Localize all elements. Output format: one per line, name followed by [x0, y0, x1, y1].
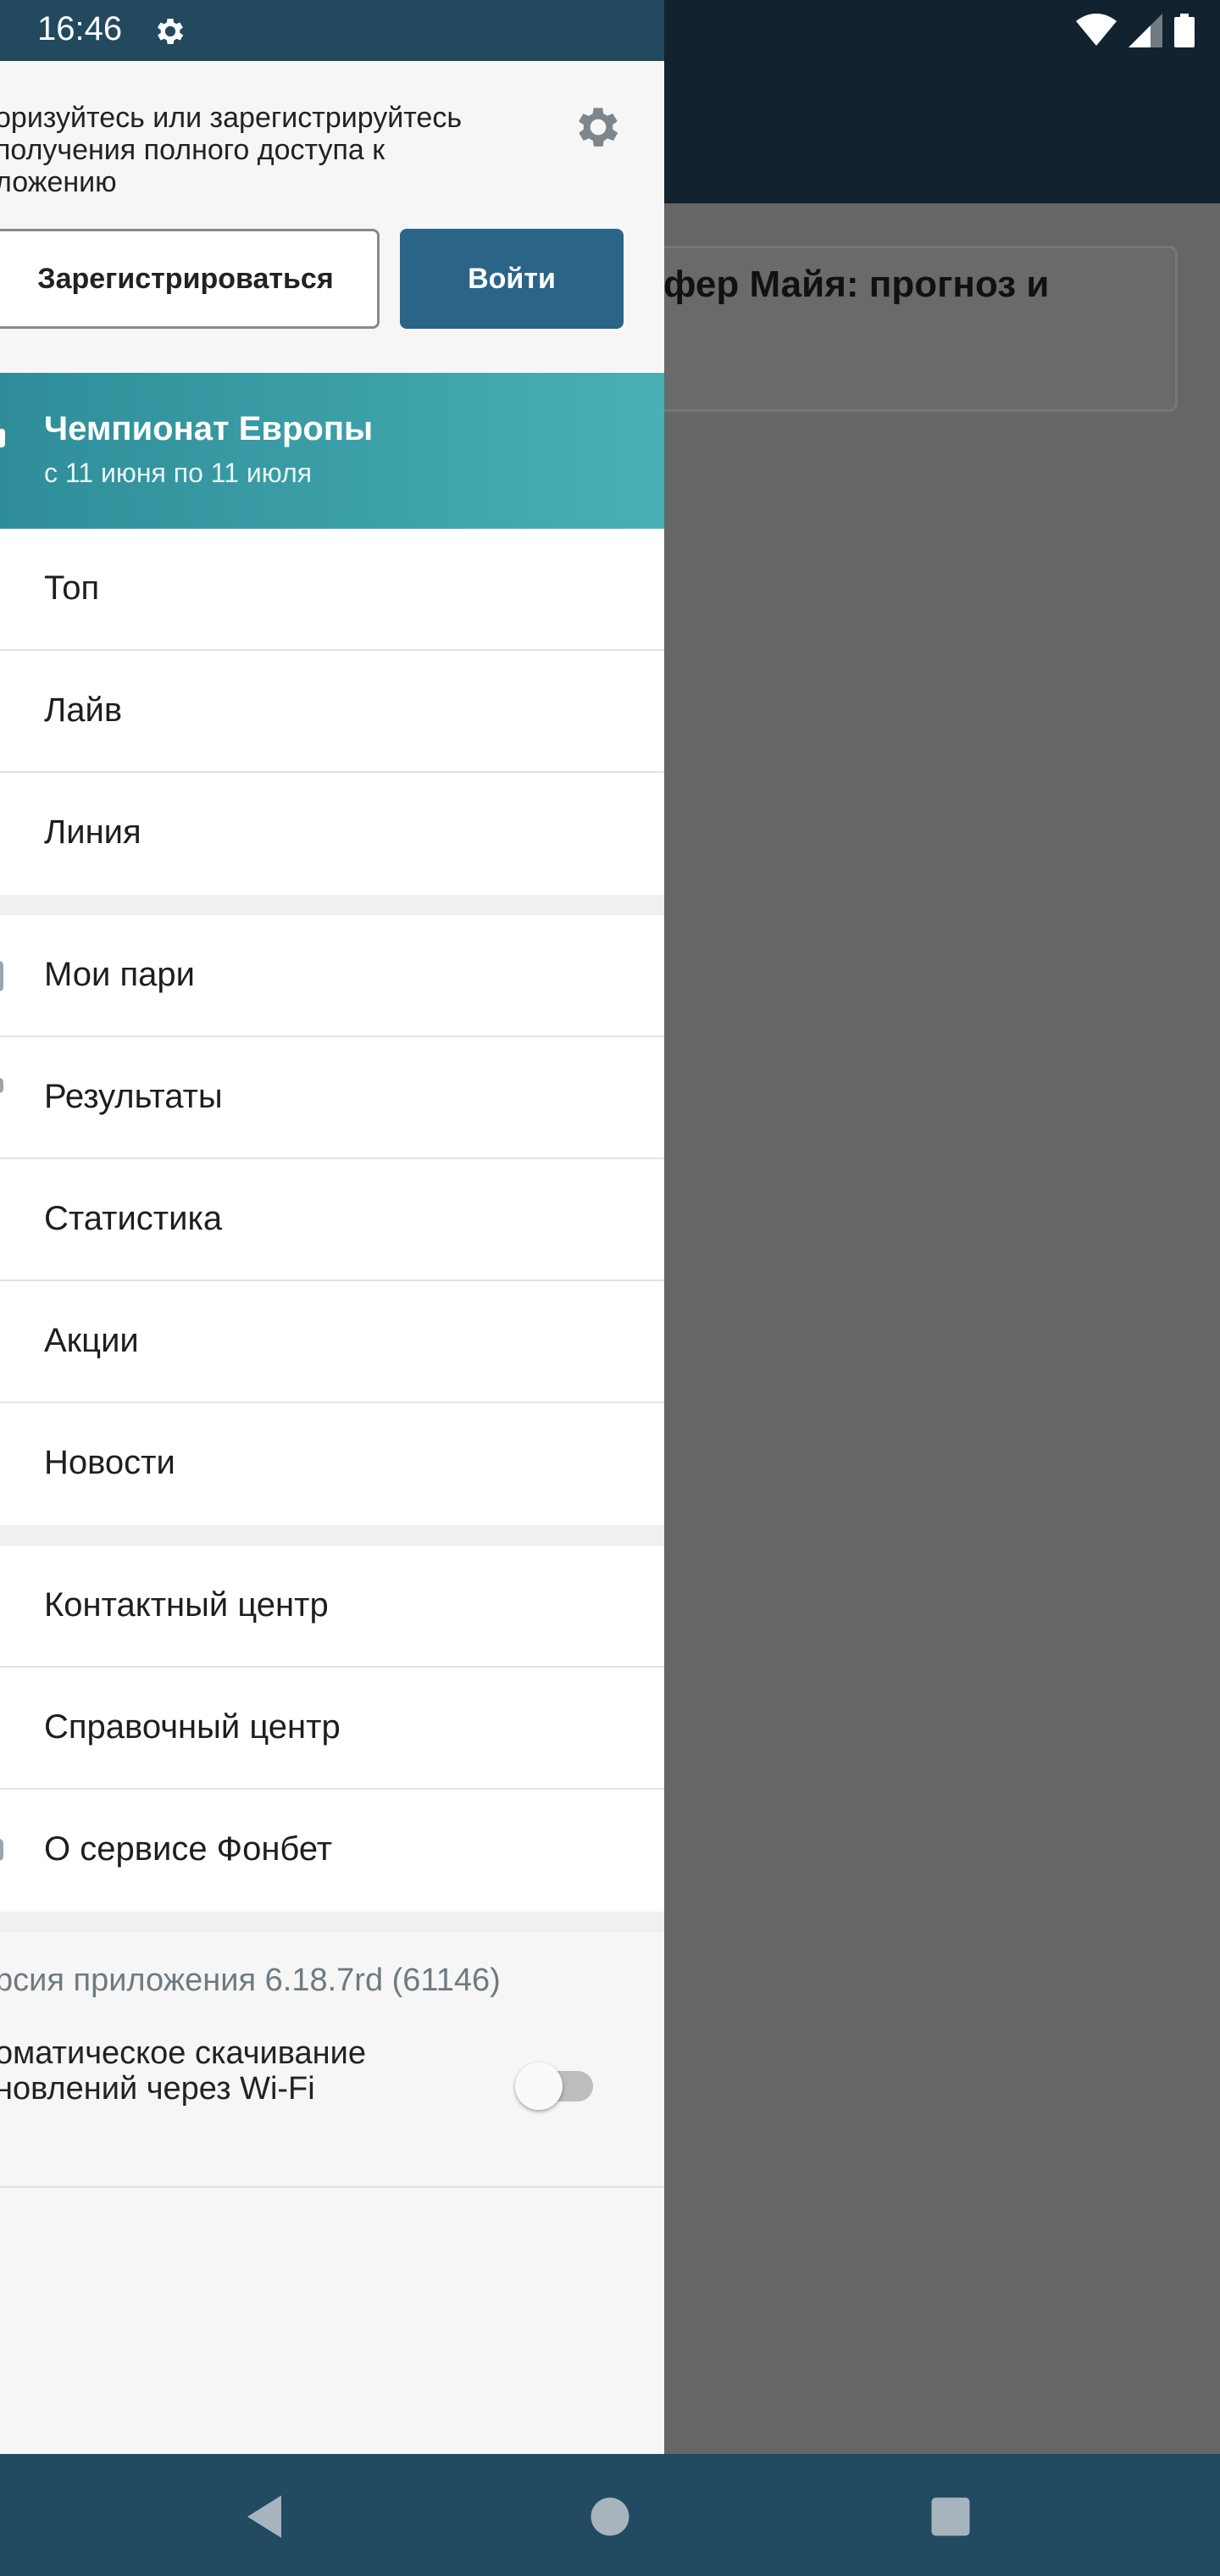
- status-bar-left: 16:46: [0, 0, 664, 61]
- menu-item-help-center[interactable]: Справочный центр: [0, 1668, 664, 1790]
- menu-item-live[interactable]: Лайв: [0, 651, 664, 773]
- menu-item-about[interactable]: О сервисе Фонбет: [0, 1790, 664, 1912]
- version-section: рсия приложения 6.18.7rd (61146) оматиче…: [0, 1932, 664, 2188]
- gear-icon: [157, 19, 184, 45]
- menu-item-line[interactable]: Линия: [0, 773, 664, 895]
- toggle-thumb: [515, 2062, 563, 2110]
- menu-group-account: Мои пари Результаты Статистика Акции Нов…: [0, 915, 664, 1525]
- menu-item-statistics[interactable]: Статистика: [0, 1159, 664, 1281]
- info-icon: [0, 1839, 3, 1861]
- battery-icon: [1174, 14, 1195, 47]
- register-button[interactable]: Зарегистрироваться: [0, 229, 380, 329]
- menu-item-news[interactable]: Новости: [0, 1403, 664, 1525]
- app-content-scrim[interactable]: [664, 203, 1220, 2454]
- menu-item-label: Результаты: [44, 1078, 223, 1115]
- status-right: [1076, 14, 1195, 47]
- news-card: фер Майя: прогноз и: [627, 246, 1178, 412]
- menu-item-label: Линия: [44, 813, 141, 851]
- menu-item-label: Справочный центр: [44, 1708, 341, 1746]
- menu-group-sports: Топ Лайв Линия: [0, 529, 664, 895]
- auth-message: оризуйтесь или зарегистрируйтесь получен…: [0, 102, 463, 198]
- login-button[interactable]: Войти: [400, 229, 624, 329]
- signal-icon: [1128, 14, 1162, 47]
- menu-group-support: Контактный центр Справочный центр О серв…: [0, 1546, 664, 1912]
- news-card-title: фер Майя: прогноз и: [663, 264, 1050, 305]
- menu-item-promotions[interactable]: Акции: [0, 1281, 664, 1403]
- results-icon: [0, 1078, 3, 1093]
- separator: [0, 1912, 664, 1932]
- navigation-drawer: оризуйтесь или зарегистрируйтесь получен…: [0, 61, 664, 2454]
- menu-item-contact-center[interactable]: Контактный центр: [0, 1546, 664, 1668]
- settings-gear-icon[interactable]: [571, 100, 625, 154]
- menu-item-label: Топ: [44, 569, 100, 607]
- app-header: [664, 61, 1220, 203]
- status-bar: 16:46: [0, 0, 1220, 61]
- system-navigation-bar: [0, 2454, 1220, 2576]
- menu-item-results[interactable]: Результаты: [0, 1037, 664, 1159]
- bets-icon: [0, 961, 3, 991]
- euro-championship-banner[interactable]: Чемпионат Европы с 11 июня по 11 июля: [0, 373, 664, 529]
- menu-item-label: О сервисе Фонбет: [44, 1830, 333, 1868]
- wifi-update-label: оматическое скачивание новлений через Wi…: [0, 2035, 367, 2107]
- menu-item-my-bets[interactable]: Мои пари: [0, 915, 664, 1037]
- menu-item-label: Контактный центр: [44, 1586, 329, 1624]
- trophy-icon: [0, 429, 5, 447]
- recents-icon[interactable]: [925, 2491, 976, 2542]
- menu-item-label: Лайв: [44, 691, 123, 729]
- wifi-update-toggle[interactable]: [515, 2062, 596, 2110]
- back-icon[interactable]: [239, 2491, 290, 2542]
- separator: [0, 895, 664, 915]
- wifi-icon: [1076, 14, 1117, 46]
- menu-item-label: Мои пари: [44, 956, 195, 993]
- menu-item-label: Статистика: [44, 1200, 223, 1237]
- euro-dates: с 11 июня по 11 июля: [44, 458, 313, 488]
- home-icon[interactable]: [585, 2491, 635, 2542]
- menu-item-top[interactable]: Топ: [0, 529, 664, 651]
- euro-title: Чемпионат Европы: [44, 410, 374, 447]
- menu-item-label: Новости: [44, 1444, 175, 1481]
- menu-item-label: Акции: [44, 1322, 139, 1359]
- separator: [0, 1525, 664, 1546]
- app-version: рсия приложения 6.18.7rd (61146): [0, 1963, 501, 1998]
- status-time: 16:46: [37, 10, 123, 47]
